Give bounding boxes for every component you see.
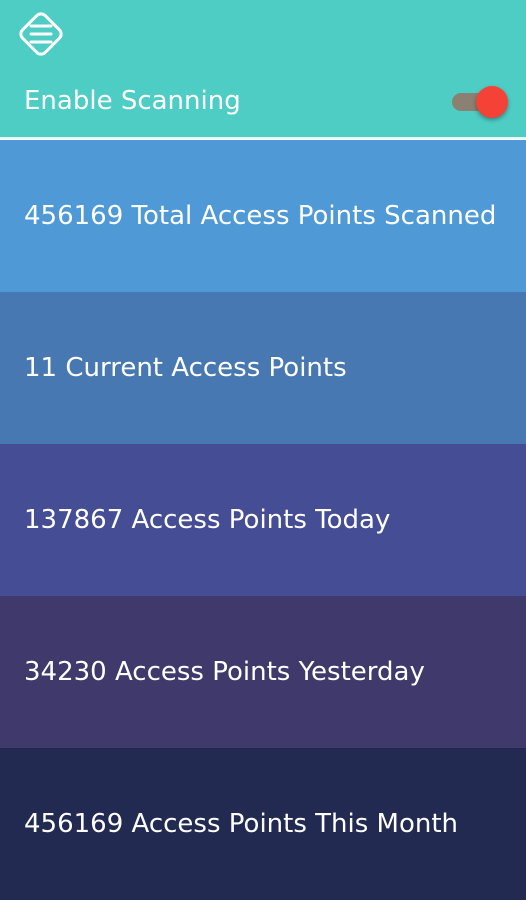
- stat-row-yesterday: 34230 Access Points Yesterday: [0, 596, 526, 748]
- stat-row-current: 11 Current Access Points: [0, 292, 526, 444]
- stat-current-text: 11 Current Access Points: [24, 353, 347, 383]
- toggle-thumb: [476, 86, 508, 118]
- enable-scanning-toggle[interactable]: [452, 84, 508, 120]
- app-screen: Enable Scanning 456169 Total Access Poin…: [0, 0, 526, 900]
- stat-today-text: 137867 Access Points Today: [24, 505, 391, 535]
- stat-row-total-scanned: 456169 Total Access Points Scanned: [0, 140, 526, 292]
- stat-this-month-text: 456169 Access Points This Month: [24, 809, 459, 839]
- menu-button[interactable]: [14, 7, 68, 61]
- stat-yesterday-text: 34230 Access Points Yesterday: [24, 657, 425, 687]
- stats-list: 456169 Total Access Points Scanned 11 Cu…: [0, 140, 526, 900]
- enable-scanning-label: Enable Scanning: [24, 86, 241, 116]
- stat-row-this-month: 456169 Access Points This Month: [0, 748, 526, 900]
- stat-row-today: 137867 Access Points Today: [0, 444, 526, 596]
- stat-total-scanned-text: 456169 Total Access Points Scanned: [24, 201, 497, 231]
- menu-hamburger-icon: [19, 12, 63, 56]
- header-bar: Enable Scanning: [0, 0, 526, 139]
